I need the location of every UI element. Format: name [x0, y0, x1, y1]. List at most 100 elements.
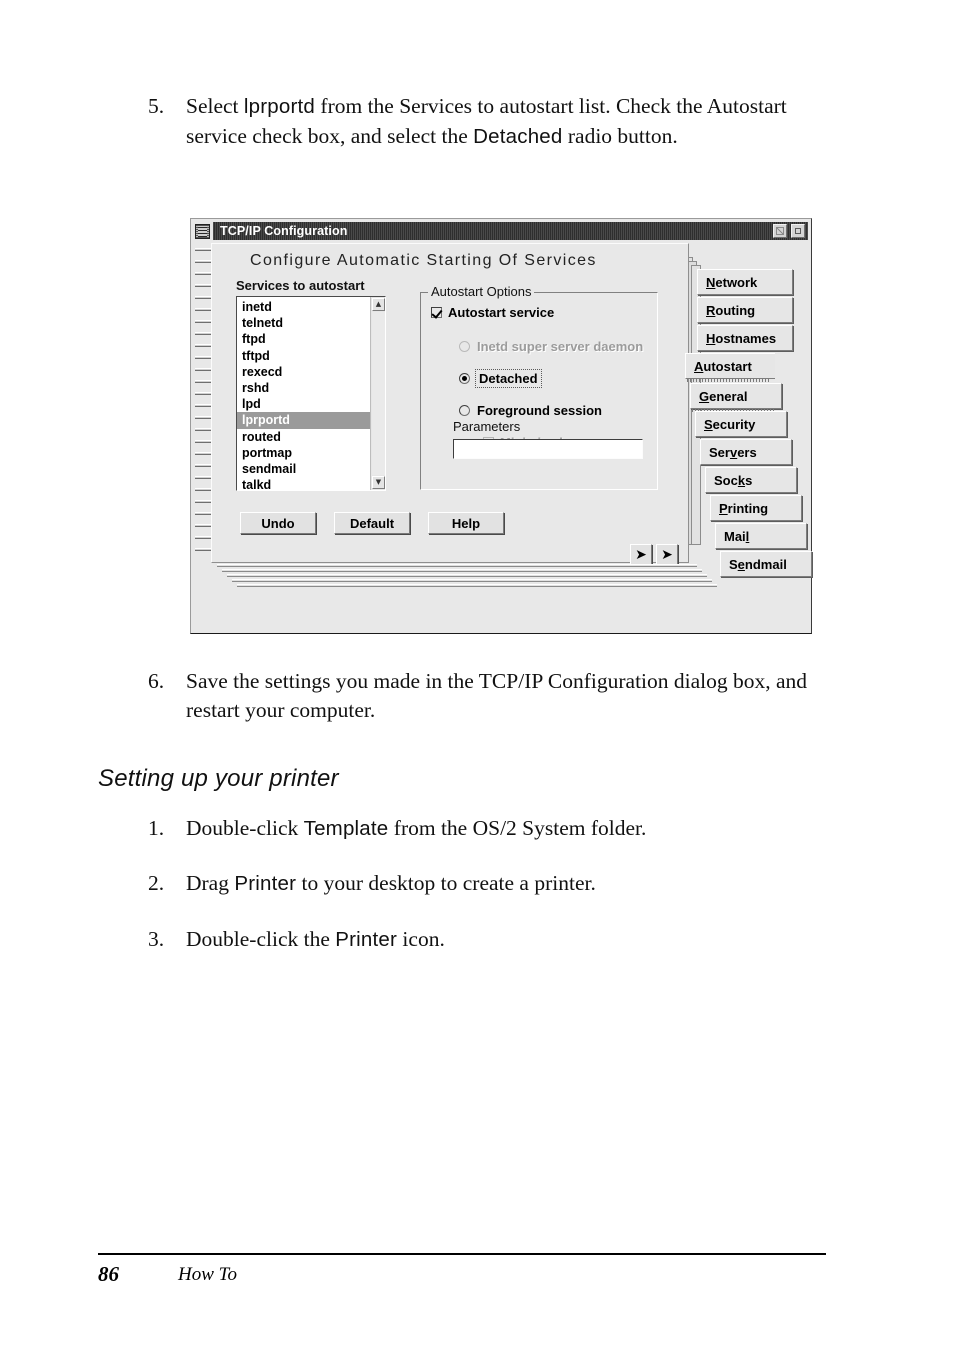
notebook-icon: [195, 223, 210, 239]
tab-security[interactable]: Security: [695, 411, 787, 437]
previous-page-button[interactable]: ➤: [630, 544, 652, 565]
list-item[interactable]: inetd: [240, 299, 370, 315]
arrow-right-icon: ➤: [661, 546, 673, 563]
autostart-service-label: Autostart service: [448, 305, 555, 320]
titlebar-buttons: [773, 224, 805, 238]
tab-socks[interactable]: Socks: [705, 467, 797, 493]
tab-mail[interactable]: Mail: [715, 523, 807, 549]
undo-button[interactable]: Undo: [240, 512, 316, 534]
tab-accel: N: [706, 274, 716, 290]
tab-accel: P: [719, 500, 728, 516]
services-scrollbar[interactable]: ▲ ▼: [370, 297, 385, 490]
list-item[interactable]: tftpd: [240, 348, 370, 364]
inline-ui-term-lprportd: lprportd: [243, 95, 316, 118]
footer-chapter-label: How To: [178, 1264, 237, 1285]
page-stack-bottom-edge: [222, 569, 702, 572]
list-item[interactable]: ftpd: [240, 331, 370, 347]
checkbox-icon[interactable]: [431, 307, 442, 318]
undo-button-label: Undo: [261, 515, 295, 531]
tab-routing[interactable]: Routing: [697, 297, 793, 323]
tab-sendmail[interactable]: Sendmail: [720, 551, 812, 577]
tab-label: Routing: [706, 302, 756, 318]
tab-label: Mail: [724, 528, 750, 544]
minimize-icon[interactable]: [791, 224, 805, 238]
tab-servers[interactable]: Servers: [700, 439, 792, 465]
titlebar-strip: TCP/IP Configuration: [213, 222, 808, 240]
scroll-up-icon[interactable]: ▲: [372, 298, 385, 311]
scrollbar-track[interactable]: [372, 312, 385, 475]
autostart-options-legend: Autostart Options: [428, 284, 535, 299]
tab-label: Socks: [714, 472, 753, 488]
tab-hostnames[interactable]: Hostnames: [697, 325, 793, 351]
dialog-title: TCP/IP Configuration: [220, 224, 348, 238]
tab-label: Sendmail: [729, 556, 787, 572]
tab-accel: e: [737, 556, 745, 572]
list-item-text: Double-click Template from the OS/2 Syst…: [186, 816, 647, 840]
parameters-input[interactable]: [453, 439, 643, 459]
page-stack-bottom-edge: [217, 564, 697, 567]
page-stack-bottom-edge: [237, 584, 717, 587]
autostart-options-group: Autostart Options Autostart service Inet…: [420, 284, 658, 490]
list-item[interactable]: rshd: [240, 380, 370, 396]
help-button-label: Help: [451, 515, 481, 531]
list-item[interactable]: routed: [240, 429, 370, 445]
default-button-label: Default: [349, 515, 395, 531]
arrow-left-icon: ➤: [635, 546, 647, 563]
list-item[interactable]: talkd: [240, 477, 370, 490]
tab-general[interactable]: General: [690, 383, 782, 409]
inline-ui-term-printer-icon: Printer: [335, 928, 398, 951]
radio-label: Foreground session: [477, 403, 602, 418]
list-item-text: Drag Printer to your desktop to create a…: [186, 871, 596, 895]
next-page-button[interactable]: ➤: [656, 544, 678, 565]
list-item-number: 2.: [148, 871, 165, 895]
tab-label: Servers: [709, 444, 757, 460]
tab-accel: S: [704, 416, 713, 432]
page-number: 86: [98, 1262, 119, 1286]
list-item-text: Save the settings you made in the TCP/IP…: [186, 669, 808, 722]
list-item: 1. Double-click Template from the OS/2 S…: [148, 814, 848, 844]
parameters-label: Parameters: [453, 419, 521, 434]
page-stack-bottom-edge: [232, 579, 712, 582]
tab-printing[interactable]: Printing: [710, 495, 802, 521]
list-item-number: 3.: [148, 927, 165, 951]
tab-label: General: [699, 388, 748, 404]
list-item-number: 6.: [148, 669, 165, 693]
tab-accel: k: [737, 472, 746, 488]
list-item: 3. Double-click the Printer icon.: [148, 925, 848, 955]
scroll-down-icon[interactable]: ▼: [372, 476, 385, 489]
restore-icon[interactable]: [773, 224, 787, 238]
list-item[interactable]: telnetd: [240, 315, 370, 331]
list-item[interactable]: portmap: [240, 445, 370, 461]
notebook-page-autostart: Configure Automatic Starting Of Services…: [211, 243, 689, 565]
tab-accel: v: [729, 444, 738, 460]
list-item[interactable]: sendmail: [240, 461, 370, 477]
radio-label: Inetd super server daemon: [477, 339, 644, 354]
services-listbox[interactable]: inetd telnetd ftpd tftpd rexecd rshd lpd…: [236, 296, 386, 491]
radio-icon[interactable]: [459, 373, 470, 384]
radio-detached[interactable]: Detached: [459, 369, 542, 388]
tab-accel: R: [706, 302, 716, 318]
tab-label: Printing: [719, 500, 769, 516]
radio-foreground-session[interactable]: Foreground session: [459, 403, 602, 418]
tab-network[interactable]: Network: [697, 269, 793, 295]
tab-autostart[interactable]: Autostart: [685, 353, 775, 379]
list-item[interactable]: rexecd: [240, 364, 370, 380]
list-item-text: Select lprportd from the Services to aut…: [186, 94, 787, 148]
help-button[interactable]: Help: [428, 512, 504, 534]
tab-accel: G: [699, 388, 710, 404]
list-item[interactable]: lpd: [240, 396, 370, 412]
tab-accel: A: [694, 358, 704, 374]
list-item-selected[interactable]: lprportd: [237, 412, 370, 429]
document-page: 5. Select lprportd from the Services to …: [0, 0, 954, 1352]
tab-label: Hostnames: [706, 330, 777, 346]
tab-selected-indicator: [687, 379, 771, 382]
list-item: 2. Drag Printer to your desktop to creat…: [148, 869, 848, 899]
radio-icon[interactable]: [459, 405, 470, 416]
page-stack-bottom-edge: [227, 574, 707, 577]
tab-label: Security: [704, 416, 756, 432]
default-button[interactable]: Default: [334, 512, 410, 534]
tab-accel: l: [745, 528, 750, 544]
radio-inetd-super-server-daemon: Inetd super server daemon: [459, 339, 643, 354]
dialog-titlebar[interactable]: TCP/IP Configuration: [194, 222, 808, 240]
autostart-service-checkbox-row[interactable]: Autostart service: [431, 305, 554, 320]
